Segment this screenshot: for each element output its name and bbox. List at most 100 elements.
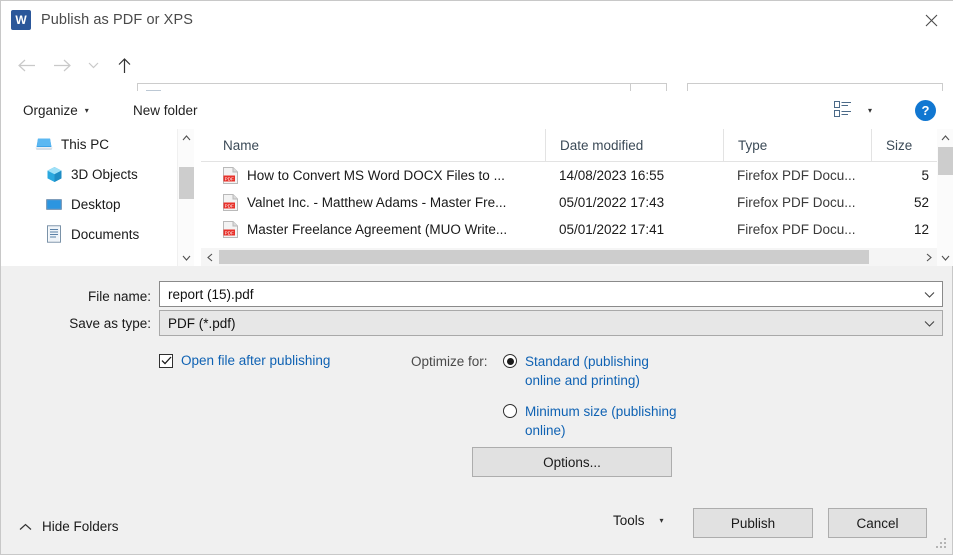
navigation-bar: « Acer (C:) › Users › mav_u › Documents xyxy=(1,39,953,115)
sidebar-item-this-pc[interactable]: This PC xyxy=(1,129,177,159)
documents-icon xyxy=(45,225,63,243)
publish-as-pdf-dialog: W Publish as PDF or XPS Organize ▾ New f… xyxy=(0,0,953,555)
radio-option-label: Standard (publishing online and printing… xyxy=(525,354,649,388)
radio-option-standard[interactable]: Standard (publishing online and printing… xyxy=(503,352,683,390)
help-button[interactable]: ? xyxy=(915,100,936,121)
scroll-right-icon[interactable] xyxy=(920,248,937,266)
radio-option-label: Minimum size (publishing online) xyxy=(525,404,677,438)
pdf-file-icon: PDF xyxy=(223,221,238,238)
word-icon-letter: W xyxy=(15,13,27,27)
3d-objects-icon xyxy=(45,165,63,183)
folder-tree: This PC 3D Objects Desktop Documents xyxy=(1,129,177,266)
save-as-type-chevron-down-icon[interactable] xyxy=(916,311,942,335)
file-type-cell: Firefox PDF Docu... xyxy=(737,168,856,183)
file-name-cell: PDF How to Convert MS Word DOCX Files to… xyxy=(201,162,545,189)
file-size-cell: 12 xyxy=(913,222,929,237)
sidebar-item-label: 3D Objects xyxy=(71,166,138,182)
sidebar-item-label: Desktop xyxy=(71,196,121,212)
file-name-value: report (15).pdf xyxy=(168,286,254,302)
new-folder-label: New folder xyxy=(133,102,198,118)
view-options-button[interactable]: ▾ xyxy=(828,91,878,129)
open-after-publishing-checkbox[interactable]: Open file after publishing xyxy=(159,353,330,368)
sidebar-item-documents[interactable]: Documents xyxy=(1,219,177,249)
file-name-text: Master Freelance Agreement (MUO Write... xyxy=(247,222,508,237)
radio-button-unselected xyxy=(503,404,517,418)
table-row[interactable]: PDF Valnet Inc. - Matthew Adams - Master… xyxy=(201,189,937,216)
file-list-header: Name Date modified Type Size xyxy=(201,129,937,162)
file-date-cell: 14/08/2023 16:55 xyxy=(559,168,665,183)
up-arrow-icon[interactable] xyxy=(107,48,141,82)
tree-scrollbar-thumb[interactable] xyxy=(179,167,194,199)
column-header-size[interactable]: Size xyxy=(871,129,937,161)
file-list: Name Date modified Type Size PDF How to … xyxy=(201,129,937,266)
file-date-cell: 05/01/2022 17:41 xyxy=(559,222,665,237)
file-name-input[interactable]: report (15).pdf xyxy=(159,281,943,307)
recent-locations-chevron-down-icon[interactable] xyxy=(81,48,105,82)
optimize-for-radio-group: Standard (publishing online and printing… xyxy=(503,352,683,452)
tools-label: Tools xyxy=(613,513,645,528)
pdf-file-icon: PDF xyxy=(223,167,238,184)
file-size-cell: 52 xyxy=(913,195,929,210)
column-header-name[interactable]: Name xyxy=(201,129,545,161)
title-bar: W Publish as PDF or XPS xyxy=(1,1,953,39)
save-as-type-select[interactable]: PDF (*.pdf) xyxy=(159,310,943,336)
chevron-down-icon: ▾ xyxy=(659,516,664,525)
scroll-up-icon[interactable] xyxy=(937,129,953,146)
tree-scrollbar[interactable] xyxy=(177,129,195,266)
column-label: Date modified xyxy=(560,137,644,153)
open-after-publishing-label: Open file after publishing xyxy=(181,353,331,368)
horizontal-scrollbar-thumb[interactable] xyxy=(219,250,869,264)
command-toolbar: Organize ▾ New folder ▾ ? xyxy=(1,91,953,130)
sidebar-item-label: This PC xyxy=(61,136,110,152)
tools-button[interactable]: Tools ▾ xyxy=(613,513,664,528)
scroll-down-icon[interactable] xyxy=(178,249,195,266)
radio-option-minimum-size[interactable]: Minimum size (publishing online) xyxy=(503,402,683,440)
forward-arrow-icon[interactable] xyxy=(45,48,79,82)
scroll-up-icon[interactable] xyxy=(178,129,195,146)
hide-folders-label: Hide Folders xyxy=(42,519,119,534)
back-arrow-icon[interactable] xyxy=(9,48,43,82)
organize-button[interactable]: Organize ▾ xyxy=(13,91,99,129)
new-folder-button[interactable]: New folder xyxy=(123,91,208,129)
file-list-horizontal-scrollbar[interactable] xyxy=(201,248,937,266)
save-as-type-value: PDF (*.pdf) xyxy=(168,315,236,331)
pane-splitter[interactable] xyxy=(194,129,201,266)
file-type-cell: Firefox PDF Docu... xyxy=(737,195,856,210)
svg-text:PDF: PDF xyxy=(225,176,234,181)
scroll-down-icon[interactable] xyxy=(937,249,953,266)
help-icon: ? xyxy=(921,103,930,118)
chevron-down-icon: ▾ xyxy=(84,105,89,115)
column-header-type[interactable]: Type xyxy=(723,129,871,161)
scroll-left-icon[interactable] xyxy=(201,248,218,266)
sidebar-item-desktop[interactable]: Desktop xyxy=(1,189,177,219)
publish-button[interactable]: Publish xyxy=(693,508,813,538)
file-list-scrollbar[interactable] xyxy=(937,129,953,266)
column-header-date-modified[interactable]: Date modified xyxy=(545,129,723,161)
word-icon: W xyxy=(11,10,31,30)
file-name-cell: PDF Valnet Inc. - Matthew Adams - Master… xyxy=(201,189,545,216)
chevron-down-icon: ▾ xyxy=(867,105,872,115)
file-size-cell: 5 xyxy=(921,168,929,183)
file-name-label: File name: xyxy=(87,289,151,304)
table-row[interactable]: PDF Master Freelance Agreement (MUO Writ… xyxy=(201,216,937,243)
hide-folders-button[interactable]: Hide Folders xyxy=(19,519,119,534)
save-as-type-label: Save as type: xyxy=(69,316,151,331)
view-layout-icon xyxy=(833,100,852,120)
sidebar-item-label: Documents xyxy=(71,226,140,242)
cancel-button[interactable]: Cancel xyxy=(828,508,927,538)
file-name-cell: PDF Master Freelance Agreement (MUO Writ… xyxy=(201,216,545,243)
optimize-for-label: Optimize for: xyxy=(411,354,488,369)
sidebar-item-3d-objects[interactable]: 3D Objects xyxy=(1,159,177,189)
this-pc-icon xyxy=(35,135,53,153)
chevron-up-icon xyxy=(19,523,32,531)
file-browser: This PC 3D Objects Desktop Documents Nam… xyxy=(1,129,953,266)
desktop-icon xyxy=(45,195,63,213)
svg-text:PDF: PDF xyxy=(225,230,234,235)
close-icon[interactable] xyxy=(908,1,953,39)
file-name-chevron-down-icon[interactable] xyxy=(916,282,942,306)
options-button[interactable]: Options... xyxy=(472,447,672,477)
table-row[interactable]: PDF How to Convert MS Word DOCX Files to… xyxy=(201,162,937,189)
column-label: Name xyxy=(223,137,260,153)
file-list-scrollbar-thumb[interactable] xyxy=(938,147,953,175)
resize-grip[interactable] xyxy=(935,538,947,550)
